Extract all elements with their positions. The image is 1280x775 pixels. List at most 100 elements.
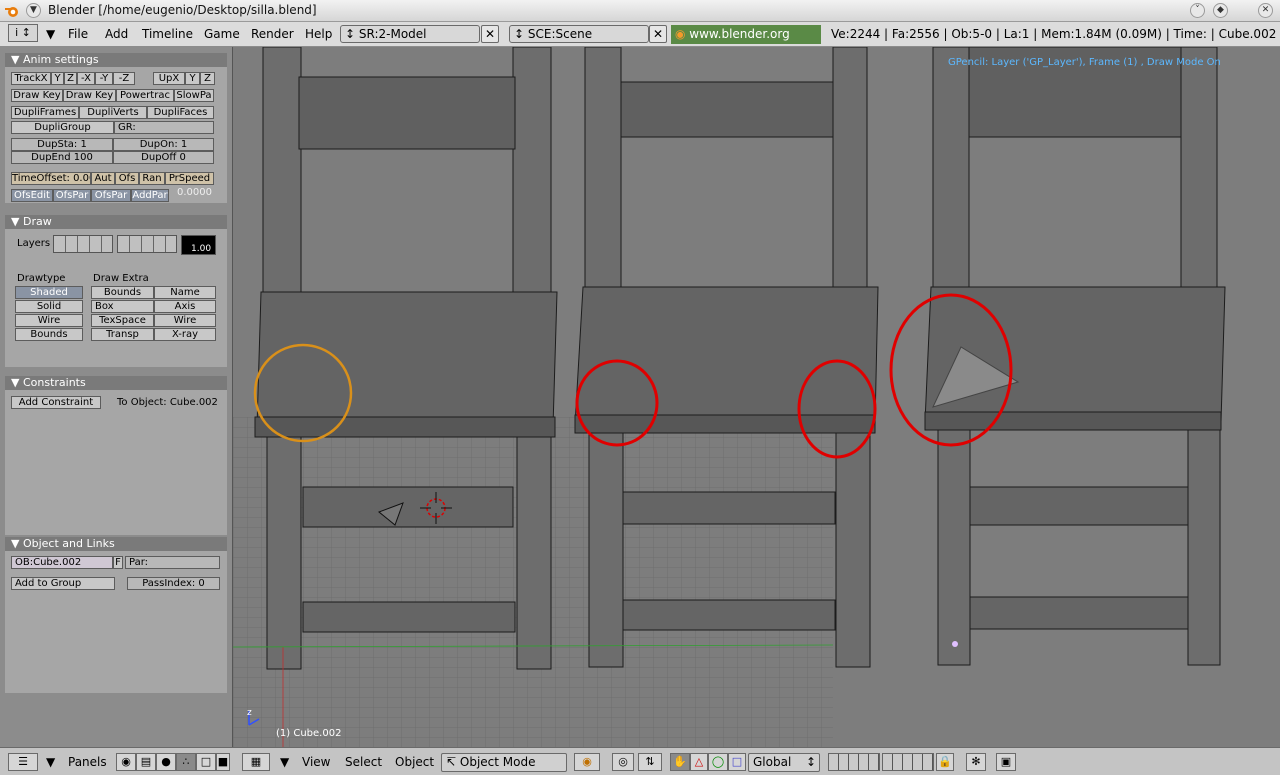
objlinks-header[interactable]: ▼ Object and Links <box>5 537 227 551</box>
manipulator-translate-icon[interactable]: △ <box>690 753 708 771</box>
object-name-field[interactable]: OB:Cube.002 <box>11 556 113 569</box>
drawtype-solid[interactable]: Solid <box>15 300 83 313</box>
track-negy-button[interactable]: -Y <box>95 72 113 85</box>
dupliverts-button[interactable]: DupliVerts <box>79 106 147 119</box>
pivot-options-icon[interactable]: ⇅ <box>638 753 662 771</box>
up-z-button[interactable]: Z <box>200 72 215 85</box>
view-collapse-icon[interactable]: ▼ <box>280 755 289 769</box>
extra-transp-button[interactable]: Transp <box>91 328 154 341</box>
track-x-button[interactable]: TrackX <box>11 72 51 85</box>
duplifaces-button[interactable]: DupliFaces <box>147 106 214 119</box>
grab-render-icon[interactable]: ✻ <box>966 753 986 771</box>
render-preview-icon[interactable]: ▣ <box>996 753 1016 771</box>
ran-button[interactable]: Ran <box>139 172 165 185</box>
orientation-selector[interactable]: Global ↕ <box>748 753 820 772</box>
dupligroup-button[interactable]: DupliGroup <box>11 121 114 134</box>
track-y-button[interactable]: Y <box>51 72 64 85</box>
menu-view[interactable]: View <box>302 755 330 769</box>
track-negx-button[interactable]: -X <box>77 72 95 85</box>
drawtype-bounds[interactable]: Bounds <box>15 328 83 341</box>
menu-file[interactable]: File <box>68 27 88 41</box>
layer-grid-left[interactable] <box>53 235 113 253</box>
view3d-editor-type-icon[interactable]: ▦ <box>242 753 270 771</box>
manipulator-hand-icon[interactable]: ✋ <box>670 753 690 771</box>
object-context-icon[interactable]: ∴ <box>176 753 196 771</box>
dupliframes-button[interactable]: DupliFrames <box>11 106 79 119</box>
window-minimize-button[interactable]: ˅ <box>1190 3 1205 18</box>
mode-selector[interactable]: ↸ Object Mode <box>441 753 567 772</box>
extra-bounds-button[interactable]: Bounds <box>91 286 154 299</box>
scene-layers-left[interactable] <box>828 753 880 771</box>
scene-layers-right[interactable] <box>882 753 934 771</box>
dupoff-field[interactable]: DupOff 0 <box>113 151 214 164</box>
menu-timeline[interactable]: Timeline <box>142 27 193 41</box>
menu-object[interactable]: Object <box>395 755 434 769</box>
parent-field[interactable]: Par: <box>125 556 220 569</box>
powertrack-button[interactable]: Powertrac <box>116 89 174 102</box>
extra-wire-button[interactable]: Wire <box>154 314 216 327</box>
extra-name-button[interactable]: Name <box>154 286 216 299</box>
extra-xray-button[interactable]: X-ray <box>154 328 216 341</box>
drawtype-wire[interactable]: Wire <box>15 314 83 327</box>
editing-context-icon[interactable]: □ <box>196 753 216 771</box>
draw-type-icon[interactable]: ◉ <box>574 753 600 771</box>
menu-add[interactable]: Add <box>105 27 128 41</box>
screen-delete-button[interactable]: ✕ <box>481 25 499 43</box>
constraints-header[interactable]: ▼ Constraints <box>5 376 227 390</box>
pivot-icon[interactable]: ◎ <box>612 753 634 771</box>
scene-context-icon[interactable]: ■ <box>216 753 230 771</box>
editor-type-icon[interactable]: i ↕ <box>8 24 38 42</box>
layer-grid-right[interactable] <box>117 235 177 253</box>
up-y-button[interactable]: Y <box>185 72 200 85</box>
track-negz-button[interactable]: -Z <box>113 72 135 85</box>
drawtype-shaded[interactable]: Shaded <box>15 286 83 299</box>
timeoffset-field[interactable]: TimeOffset: 0.00 <box>11 172 91 185</box>
passindex-field[interactable]: PassIndex: 0 <box>127 577 220 590</box>
aut-button[interactable]: Aut <box>91 172 115 185</box>
buttons-editor-type-icon[interactable]: ☰ <box>8 753 38 771</box>
group-field[interactable]: GR: <box>114 121 214 134</box>
menu-select[interactable]: Select <box>345 755 382 769</box>
shading-context-icon[interactable]: ● <box>156 753 176 771</box>
ofs-button[interactable]: Ofs <box>115 172 139 185</box>
ofsedit-button[interactable]: OfsEdit <box>11 189 53 202</box>
menu-render[interactable]: Render <box>251 27 294 41</box>
draw-key2-button[interactable]: Draw Key <box>63 89 116 102</box>
addpar-button[interactable]: AddPar <box>131 189 169 202</box>
website-link[interactable]: ◉ www.blender.org 249.2 <box>671 25 821 60</box>
scene-delete-button[interactable]: ✕ <box>649 25 667 43</box>
screen-selector[interactable]: ↕ SR:2-Model <box>340 25 480 43</box>
extra-texspace-button[interactable]: TexSpace <box>91 314 154 327</box>
extra-axis-button[interactable]: Axis <box>154 300 216 313</box>
header-collapse-icon[interactable]: ▼ <box>46 755 55 769</box>
ofspar2-button[interactable]: OfsPar <box>91 189 131 202</box>
panels-menu[interactable]: Panels <box>68 755 107 769</box>
manipulator-rotate-icon[interactable]: ◯ <box>708 753 728 771</box>
ofspar-button[interactable]: OfsPar <box>53 189 91 202</box>
slowpar-button[interactable]: SlowPa <box>174 89 214 102</box>
3d-viewport[interactable]: GPencil: Layer ('GP_Layer'), Frame (1) ,… <box>233 47 1280 747</box>
menu-game[interactable]: Game <box>204 27 240 41</box>
window-restore-button[interactable]: ◆ <box>1213 3 1228 18</box>
add-to-group-button[interactable]: Add to Group <box>11 577 115 590</box>
prspeed-button[interactable]: PrSpeed <box>165 172 214 185</box>
dupsta-field[interactable]: DupSta: 1 <box>11 138 113 151</box>
dupon-field[interactable]: DupOn: 1 <box>113 138 214 151</box>
dupend-field[interactable]: DupEnd 100 <box>11 151 113 164</box>
menu-help[interactable]: Help <box>305 27 332 41</box>
draw-key-button[interactable]: Draw Key <box>11 89 63 102</box>
bounds-type-select[interactable]: Box <box>91 300 154 313</box>
fake-user-button[interactable]: F <box>113 556 123 569</box>
lock-layers-icon[interactable]: 🔒 <box>936 753 954 771</box>
header-collapse-icon[interactable]: ▼ <box>46 27 55 41</box>
window-menu-button[interactable]: ▼ <box>26 3 41 18</box>
scene-selector[interactable]: ↕ SCE:Scene <box>509 25 649 43</box>
manipulator-scale-icon[interactable]: □ <box>728 753 746 771</box>
window-close-button[interactable]: ✕ <box>1258 3 1273 18</box>
logic-context-icon[interactable]: ◉ <box>116 753 136 771</box>
draw-header[interactable]: ▼ Draw <box>5 215 227 229</box>
up-x-button[interactable]: UpX <box>153 72 185 85</box>
track-z-button[interactable]: Z <box>64 72 77 85</box>
anim-settings-header[interactable]: ▼ Anim settings <box>5 53 227 67</box>
add-constraint-button[interactable]: Add Constraint <box>11 396 101 409</box>
